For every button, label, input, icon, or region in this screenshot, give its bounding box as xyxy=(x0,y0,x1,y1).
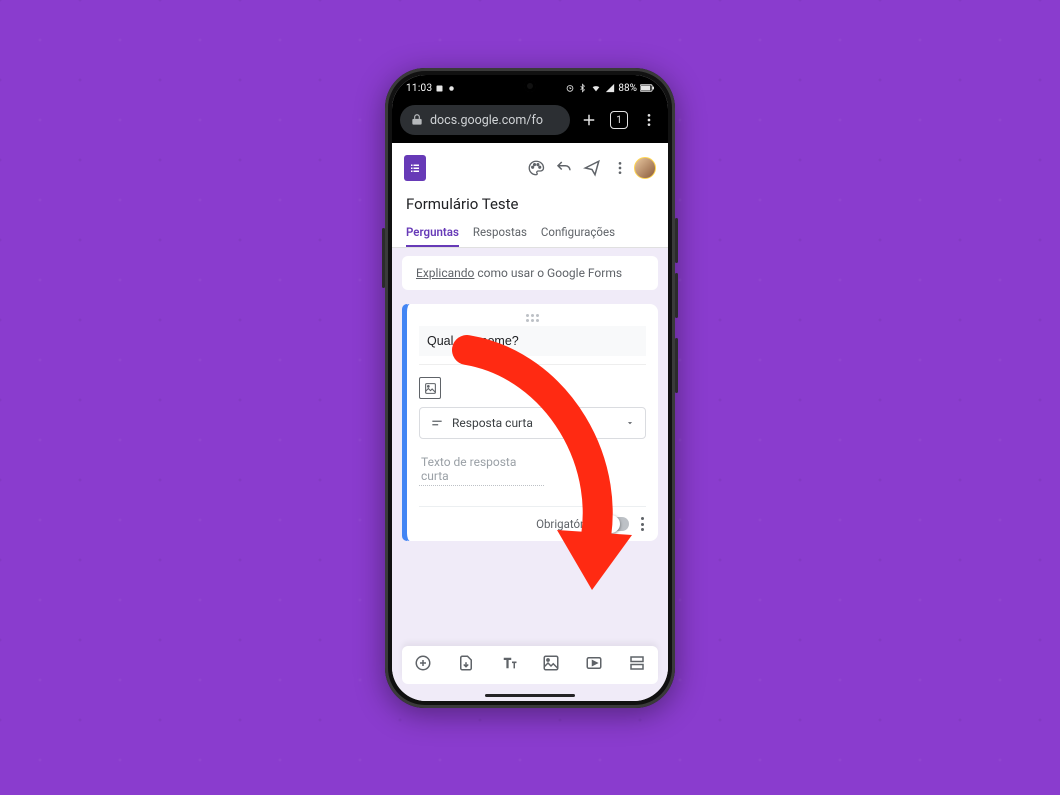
answer-preview-placeholder: Texto de resposta curta xyxy=(419,451,544,486)
send-button[interactable] xyxy=(578,159,606,177)
required-toggle[interactable] xyxy=(603,517,629,531)
tab-count: 1 xyxy=(610,111,628,129)
drag-handle-icon xyxy=(526,314,539,320)
import-questions-button[interactable] xyxy=(457,654,475,676)
site-info-icon xyxy=(410,113,424,127)
form-description-part2: como usar o Google Forms xyxy=(474,266,622,280)
account-avatar[interactable] xyxy=(634,157,656,179)
bluetooth-icon xyxy=(578,83,587,93)
import-icon xyxy=(457,654,475,672)
settings-status-icon xyxy=(447,84,456,93)
form-body[interactable]: Explicando como usar o Google Forms xyxy=(392,248,668,646)
more-options-button[interactable] xyxy=(606,160,634,176)
add-image-button[interactable] xyxy=(419,377,441,399)
add-title-button[interactable] xyxy=(500,654,518,676)
more-vert-icon xyxy=(641,112,657,128)
nav-home-indicator[interactable] xyxy=(485,694,575,697)
plus-icon xyxy=(580,111,598,129)
short-answer-icon xyxy=(430,416,444,430)
phone-screen: 11:03 88% docs.google.com/fo xyxy=(392,75,668,701)
question-more-button[interactable] xyxy=(639,517,646,531)
tab-responses[interactable]: Respostas xyxy=(473,219,527,247)
phone-frame: 11:03 88% docs.google.com/fo xyxy=(385,68,675,708)
palette-icon xyxy=(527,159,545,177)
browser-menu-button[interactable] xyxy=(638,112,660,128)
tab-switcher-button[interactable]: 1 xyxy=(608,111,630,129)
question-footer: Obrigatória xyxy=(419,506,646,531)
caret-down-icon xyxy=(625,418,635,428)
add-circle-icon xyxy=(414,654,432,672)
tab-questions[interactable]: Perguntas xyxy=(406,219,459,247)
form-description-card[interactable]: Explicando como usar o Google Forms xyxy=(402,256,658,290)
google-forms-logo[interactable] xyxy=(404,155,426,181)
image-icon xyxy=(542,654,560,672)
customize-theme-button[interactable] xyxy=(522,159,550,177)
undo-icon xyxy=(555,159,573,177)
browser-toolbar: docs.google.com/fo 1 xyxy=(392,101,668,143)
battery-percent: 88% xyxy=(618,83,637,94)
forms-header: Formulário Teste Perguntas Respostas Con… xyxy=(392,143,668,248)
forms-logo-icon xyxy=(409,162,421,174)
question-type-label: Resposta curta xyxy=(452,416,533,430)
alarm-icon xyxy=(565,83,575,93)
add-section-button[interactable] xyxy=(628,654,646,676)
new-tab-button[interactable] xyxy=(578,111,600,129)
phone-camera-cutout xyxy=(524,80,536,92)
image-icon xyxy=(424,382,437,395)
question-type-select[interactable]: Resposta curta xyxy=(419,407,646,439)
title-icon xyxy=(500,654,518,672)
drag-handle[interactable] xyxy=(419,314,646,320)
google-forms-app: Formulário Teste Perguntas Respostas Con… xyxy=(392,143,668,701)
screenshot-icon xyxy=(435,84,444,93)
form-description-part1: Explicando xyxy=(416,266,474,280)
video-icon xyxy=(585,654,603,672)
add-question-button[interactable] xyxy=(414,654,432,676)
section-icon xyxy=(628,654,646,672)
toggle-knob xyxy=(602,515,620,533)
form-title[interactable]: Formulário Teste xyxy=(392,185,668,219)
more-vert-icon xyxy=(612,160,628,176)
add-toolbar xyxy=(402,646,658,684)
status-time: 11:03 xyxy=(406,83,432,94)
signal-icon xyxy=(605,83,615,93)
battery-icon xyxy=(640,84,654,92)
url-bar[interactable]: docs.google.com/fo xyxy=(400,105,570,135)
wifi-icon xyxy=(590,83,602,93)
url-text: docs.google.com/fo xyxy=(430,113,543,128)
question-card[interactable]: Resposta curta Texto de resposta curta O… xyxy=(402,304,658,541)
undo-button[interactable] xyxy=(550,159,578,177)
send-icon xyxy=(583,159,601,177)
form-tabs: Perguntas Respostas Configurações xyxy=(392,219,668,248)
question-title-input[interactable] xyxy=(419,326,646,356)
tab-settings[interactable]: Configurações xyxy=(541,219,615,247)
add-image-toolbar-button[interactable] xyxy=(542,654,560,676)
add-video-button[interactable] xyxy=(585,654,603,676)
required-label: Obrigatória xyxy=(536,517,593,531)
